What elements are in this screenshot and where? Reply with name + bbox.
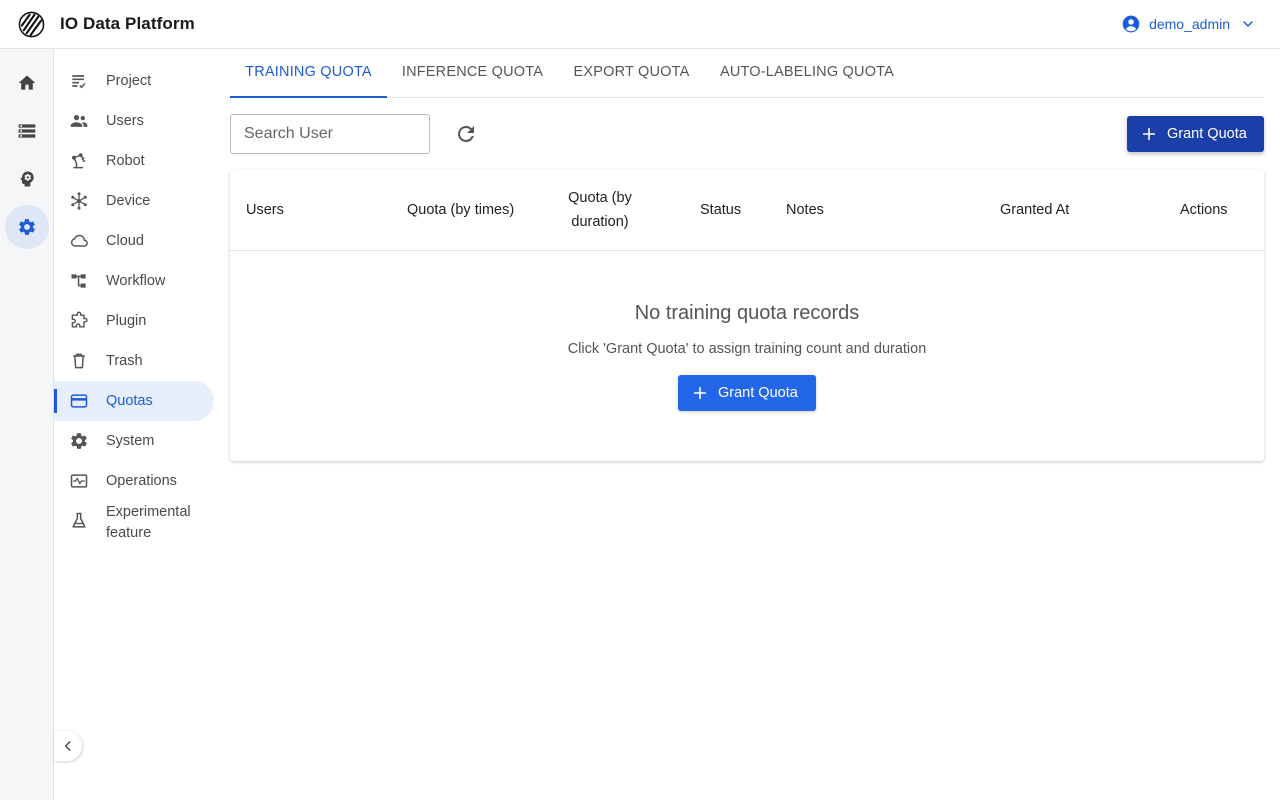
grant-quota-button[interactable]: Grant Quota [1127,116,1264,152]
rail-ai-button[interactable] [5,157,49,201]
plus-icon [1141,126,1157,142]
sidebar-item-experimental-feature[interactable]: Experimental feature [54,501,214,545]
username-label: demo_admin [1149,16,1230,32]
empty-state-grant-quota-button[interactable]: Grant Quota [678,375,816,411]
plugin-icon [69,311,89,331]
brain-icon [17,169,37,189]
column-header-status[interactable]: Status [700,198,741,222]
sidebar-item-cloud[interactable]: Cloud [54,221,214,261]
tab-export-quota[interactable]: EXPORT QUOTA [564,49,699,97]
tab-inference-quota[interactable]: INFERENCE QUOTA [390,49,555,97]
empty-state-subtitle: Click 'Grant Quota' to assign training c… [567,341,927,357]
sidebar-item-workflow[interactable]: Workflow [54,261,214,301]
sidebar-item-label: Operations [106,472,177,489]
top-header: IO Data Platform demo_admin [0,0,1280,49]
home-icon [17,73,37,93]
sidebar-item-label: Users [106,112,144,129]
sidebar-item-plugin[interactable]: Plugin [54,301,214,341]
device-icon [69,191,89,211]
rail-settings-button[interactable] [5,205,49,249]
sidebar-item-project[interactable]: Project [54,61,214,101]
rail-home-button[interactable] [5,61,49,105]
sidebar-item-robot[interactable]: Robot [54,141,214,181]
flask-icon [69,511,89,531]
user-menu[interactable]: demo_admin [1121,12,1256,36]
sidebar-item-label: System [106,432,155,449]
refresh-button[interactable] [454,122,478,146]
sidebar-item-trash[interactable]: Trash [54,341,214,381]
tab-training-quota[interactable]: TRAINING QUOTA [230,49,387,98]
table-header: Users Quota (by times) Quota (by duratio… [230,170,1264,251]
search-user-input[interactable] [230,114,430,154]
column-header-actions: Actions [1180,202,1228,218]
sidebar-item-users[interactable]: Users [54,101,214,141]
column-header-notes[interactable]: Notes [786,198,824,222]
sidebar-item-device[interactable]: Device [54,181,214,221]
settings-icon [17,217,37,237]
account-circle-icon [1121,14,1141,34]
platform-logo-icon[interactable] [18,11,45,38]
sidebar-item-label: Experimental feature [106,504,191,541]
robot-arm-icon [69,151,89,171]
grant-quota-label: Grant Quota [718,385,798,401]
sidebar-item-quotas[interactable]: Quotas [54,381,214,421]
sidebar-item-operations[interactable]: Operations [54,461,214,501]
storage-icon [17,121,37,141]
card-icon [69,391,89,411]
refresh-icon [454,122,478,146]
left-rail [0,49,54,800]
sidebar-item-label: Workflow [106,272,166,289]
trash-icon [69,351,89,371]
sidebar-item-label: Plugin [106,312,147,329]
sidebar-item-label: Quotas [106,392,153,409]
sidebar-item-label: Cloud [106,232,144,249]
workflow-icon [69,271,89,291]
project-icon [69,71,89,91]
rail-storage-button[interactable] [5,109,49,153]
empty-state-title: No training quota records [634,302,860,324]
sidebar-item-label: Robot [106,152,145,169]
column-header-granted-at[interactable]: Granted At [1000,198,1069,222]
settings-sidebar: Project Users Robot Device Cloud Workflo… [54,49,222,800]
column-header-quota-by-duration[interactable]: Quota (by duration) [560,186,640,234]
quota-tabs: TRAINING QUOTA INFERENCE QUOTA EXPORT QU… [230,49,1264,98]
app-title: IO Data Platform [60,14,195,33]
users-icon [69,111,89,131]
column-header-quota-by-times[interactable]: Quota (by times) [407,198,514,222]
sidebar-item-label: Project [106,72,152,89]
sidebar-item-label: Device [106,192,151,209]
grant-quota-label: Grant Quota [1167,126,1247,142]
quota-table-card: Users Quota (by times) Quota (by duratio… [230,170,1264,461]
sidebar-item-label: Trash [106,352,143,369]
chevron-left-icon [61,739,75,753]
cloud-icon [69,231,89,251]
chevron-down-icon [1240,16,1256,32]
sidebar-item-system[interactable]: System [54,421,214,461]
tab-auto-labeling-quota[interactable]: AUTO-LABELING QUOTA [708,49,906,97]
gear-icon [69,431,89,451]
plus-icon [692,385,708,401]
column-header-users[interactable]: Users [246,198,284,222]
operations-icon [69,471,89,491]
